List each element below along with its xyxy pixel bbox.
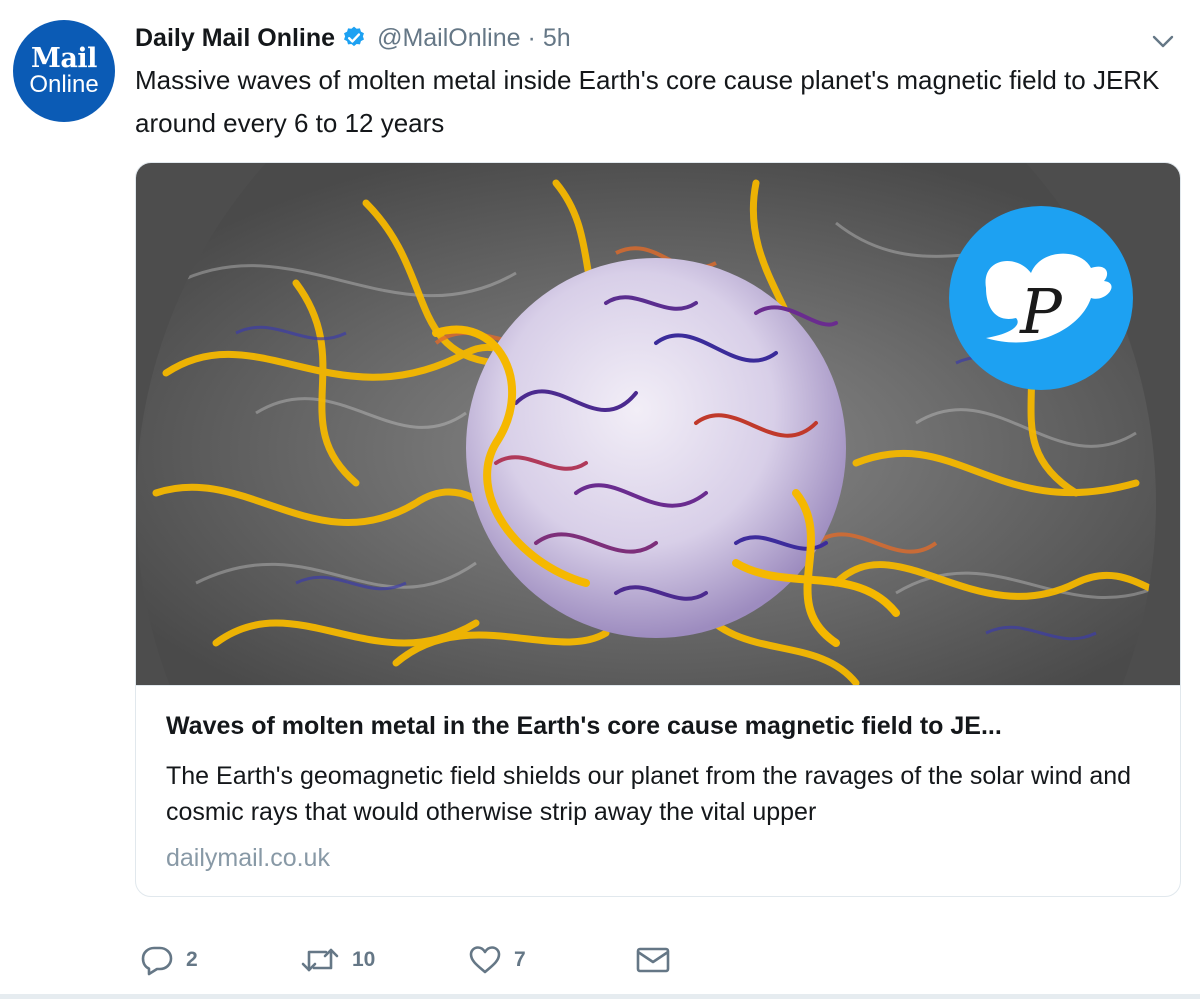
verified-badge-icon	[344, 26, 365, 47]
svg-text:P: P	[1019, 275, 1063, 348]
tweet-header: Daily Mail Online @MailOnline · 5h	[135, 20, 571, 56]
handle[interactable]: @MailOnline	[377, 24, 520, 53]
tweet-actions: 2 10 7	[135, 940, 695, 980]
chevron-down-icon[interactable]	[1150, 32, 1176, 52]
separator-dot: ·	[527, 23, 536, 52]
display-name[interactable]: Daily Mail Online	[135, 24, 335, 53]
card-description: The Earth's geomagnetic field shields ou…	[166, 762, 1132, 826]
reply-button[interactable]: 2	[140, 940, 198, 980]
like-count: 7	[514, 948, 526, 971]
reply-icon	[141, 946, 173, 976]
avatar-logo-line2: Online	[29, 71, 99, 98]
card-body[interactable]: Waves of molten metal in the Earth's cor…	[136, 685, 1180, 896]
retweet-icon	[301, 948, 339, 972]
card-domain: dailymail.co.uk	[166, 844, 330, 872]
direct-message-button[interactable]	[635, 940, 671, 980]
avatar-logo-line1: Mail	[31, 43, 97, 74]
divider	[0, 994, 1200, 999]
card-image[interactable]: P	[136, 163, 1181, 685]
retweet-count: 10	[352, 948, 376, 971]
heart-icon	[469, 946, 501, 974]
retweet-button[interactable]: 10	[300, 940, 375, 980]
link-card[interactable]: P Waves of molten metal in the Earth's c…	[135, 162, 1181, 897]
envelope-icon	[636, 947, 670, 973]
tweet: Mail Online Daily Mail Online @MailOnlin…	[0, 0, 1200, 999]
tweet-text: Massive waves of molten metal inside Ear…	[135, 65, 1160, 138]
watermark-icon: P	[949, 206, 1133, 390]
timestamp[interactable]: 5h	[543, 24, 571, 53]
card-title: Waves of molten metal in the Earth's cor…	[166, 712, 1002, 740]
reply-count: 2	[186, 948, 198, 971]
avatar[interactable]: Mail Online	[13, 20, 115, 122]
like-button[interactable]: 7	[468, 940, 526, 980]
